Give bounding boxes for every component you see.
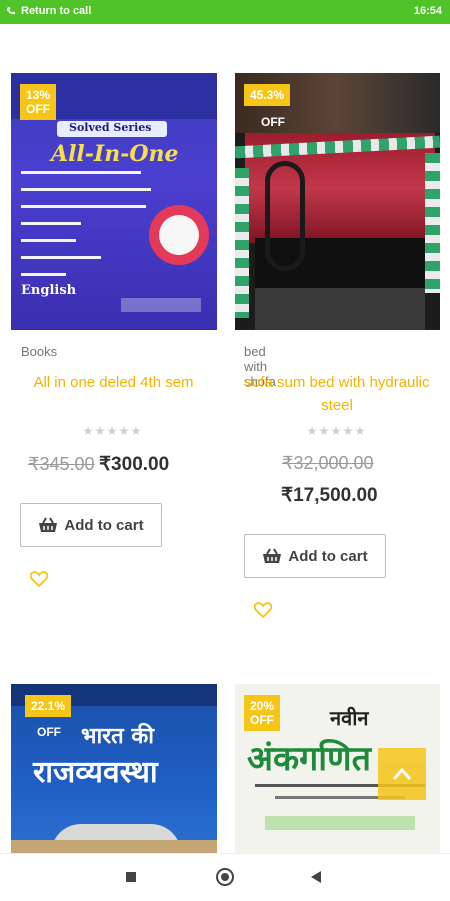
phone-icon xyxy=(7,7,15,15)
add-to-cart-label: Add to cart xyxy=(64,516,144,534)
basket-icon xyxy=(263,548,282,563)
price-row: ₹345.00 ₹300.00 xyxy=(28,453,208,476)
wishlist-heart-icon[interactable] xyxy=(30,571,48,587)
star-icon xyxy=(343,426,353,436)
star-icon xyxy=(355,426,365,436)
cover-english: English xyxy=(21,283,77,298)
price-original: ₹345.00 xyxy=(28,454,95,474)
cover-subtitle: राजव्यवस्था xyxy=(33,755,158,790)
add-to-cart-button[interactable]: Add to cart xyxy=(20,503,162,547)
product-category[interactable]: Books xyxy=(21,344,57,359)
discount-badge: 20% OFF xyxy=(244,695,281,731)
discount-badge: 45.3% xyxy=(244,84,291,106)
back-icon[interactable] xyxy=(311,871,321,883)
cover-all-in-one: All-In-One xyxy=(51,141,179,167)
add-to-cart-label: Add to cart xyxy=(288,547,368,565)
scroll-to-top-button[interactable] xyxy=(378,748,426,800)
product-image[interactable] xyxy=(235,73,440,330)
cover-title: नवीन xyxy=(330,706,369,730)
star-icon xyxy=(307,426,317,436)
discount-badge: 22.1% xyxy=(25,695,72,717)
cover-subtitle: अंकगणित xyxy=(247,739,371,779)
star-icon xyxy=(107,426,117,436)
price-sale: ₹300.00 xyxy=(98,454,170,475)
wishlist-heart-icon[interactable] xyxy=(254,602,272,618)
return-to-call[interactable]: Return to call xyxy=(6,5,91,17)
discount-off-label: OFF xyxy=(37,725,61,739)
product-title[interactable]: sofa sum bed with hydraulic steel xyxy=(244,371,430,417)
system-nav-bar xyxy=(0,853,450,901)
star-icon xyxy=(83,426,93,436)
star-icon xyxy=(119,426,129,436)
cover-title: भारत की xyxy=(81,723,154,749)
star-rating xyxy=(83,426,141,436)
star-icon xyxy=(95,426,105,436)
home-icon[interactable] xyxy=(216,868,234,886)
discount-badge: 13% OFF xyxy=(20,84,57,120)
clock: 16:54 xyxy=(413,5,442,17)
discount-off-label: OFF xyxy=(261,115,285,129)
chevron-up-icon xyxy=(392,767,412,780)
star-icon xyxy=(331,426,341,436)
basket-icon xyxy=(39,517,58,532)
product-title[interactable]: All in one deled 4th sem xyxy=(21,371,206,394)
status-bar: Return to call 16:54 xyxy=(0,0,450,24)
star-rating xyxy=(307,426,365,436)
price-original: ₹32,000.00 xyxy=(282,453,374,473)
cover-series: Solved Series xyxy=(69,121,152,134)
star-icon xyxy=(131,426,141,436)
return-to-call-label: Return to call xyxy=(21,5,92,17)
recents-icon[interactable] xyxy=(126,872,136,882)
add-to-cart-button[interactable]: Add to cart xyxy=(244,534,386,578)
star-icon xyxy=(319,426,329,436)
price-sale: ₹17,500.00 xyxy=(281,485,378,506)
